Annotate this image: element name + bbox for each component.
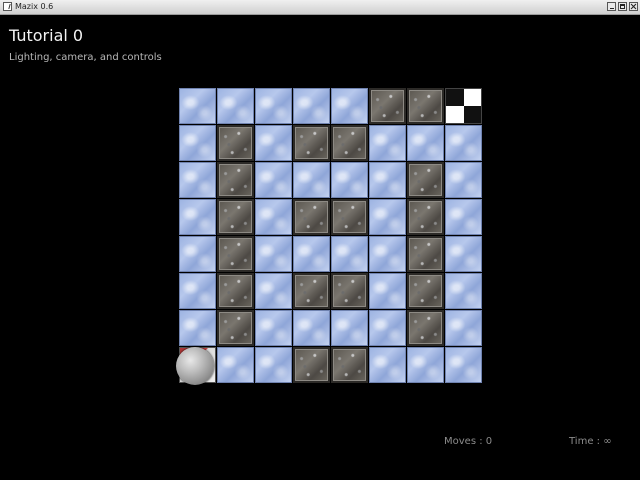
maze-tile-ice — [179, 199, 216, 235]
maze-tile-stone — [217, 236, 254, 272]
maze-board[interactable] — [179, 88, 483, 384]
maze-tile-ice — [369, 236, 406, 272]
moves-counter: Moves : 0 — [444, 436, 493, 447]
maze-tile-ice — [407, 125, 444, 161]
maze-tile-ice — [255, 273, 292, 309]
maze-tile-ice — [369, 162, 406, 198]
goal-checker-square — [446, 89, 464, 106]
maze-tile-ice — [255, 310, 292, 346]
maze-tile-ice — [217, 88, 254, 124]
maze-tile-ice — [179, 88, 216, 124]
maze-tile-ice — [331, 88, 368, 124]
maze-tile-stone — [217, 273, 254, 309]
maze-tile-stone — [407, 310, 444, 346]
maze-tile-ice — [369, 347, 406, 383]
maze-tile-ice — [369, 310, 406, 346]
maze-tile-ice — [369, 273, 406, 309]
maze-tile-stone — [293, 347, 330, 383]
game-window: Mazix 0.6 Tutorial 0 Lighting, camera, a… — [0, 0, 640, 480]
maze-tile-ice — [369, 199, 406, 235]
maze-tile-ice — [445, 273, 482, 309]
maze-tile-ice — [369, 125, 406, 161]
maze-tile-ice — [293, 236, 330, 272]
maze-tile-ice — [331, 162, 368, 198]
maze-tile-ice — [255, 347, 292, 383]
maze-tile-ice — [179, 125, 216, 161]
maze-tile-ice — [217, 347, 254, 383]
close-button[interactable] — [629, 2, 638, 11]
maze-tile-ice — [255, 125, 292, 161]
maze-tile-ice — [445, 199, 482, 235]
level-title: Tutorial 0 — [9, 26, 84, 45]
maze-tile-ice — [331, 236, 368, 272]
goal-checker-square — [463, 89, 481, 106]
maze-tile-stone — [331, 347, 368, 383]
maximize-button[interactable] — [618, 2, 627, 11]
maze-tile-ice — [293, 162, 330, 198]
time-display: Time : ∞ — [569, 436, 612, 447]
maze-tile-stone — [293, 125, 330, 161]
maze-tile-ice — [179, 162, 216, 198]
maze-tile-stone — [407, 88, 444, 124]
maze-tile-ice — [293, 88, 330, 124]
window-titlebar[interactable]: Mazix 0.6 — [0, 0, 640, 15]
level-subtitle: Lighting, camera, and controls — [9, 52, 162, 63]
maze-tile-ice — [445, 310, 482, 346]
maze-tile-ice — [255, 162, 292, 198]
ball-icon[interactable] — [176, 347, 214, 385]
maze-tile-ice — [445, 125, 482, 161]
maze-tile-stone — [407, 199, 444, 235]
goal-checker-square — [446, 106, 464, 123]
maze-tile-stone — [217, 162, 254, 198]
maze-tile-stone — [331, 199, 368, 235]
maze-tile-goal — [445, 88, 482, 124]
maze-tile-stone — [217, 310, 254, 346]
maze-tile-stone — [331, 125, 368, 161]
maze-tile-stone — [407, 273, 444, 309]
maze-tile-stone — [217, 125, 254, 161]
maze-tile-stone — [293, 199, 330, 235]
minimize-button[interactable] — [607, 2, 616, 11]
maze-tile-ice — [445, 162, 482, 198]
goal-checker-square — [463, 106, 481, 123]
maze-tile-stone — [293, 273, 330, 309]
maze-tile-ice — [407, 347, 444, 383]
maze-tile-stone — [369, 88, 406, 124]
maze-tile-ice — [179, 236, 216, 272]
maze-tile-ice — [179, 273, 216, 309]
maze-tile-ice — [179, 310, 216, 346]
maze-tile-ice — [445, 347, 482, 383]
maze-tile-stone — [407, 162, 444, 198]
maze-tile-stone — [217, 199, 254, 235]
maze-tile-ice — [255, 199, 292, 235]
app-icon — [3, 2, 12, 11]
maze-tile-stone — [407, 236, 444, 272]
maze-tile-ice — [293, 310, 330, 346]
window-title: Mazix 0.6 — [15, 2, 54, 11]
maze-tile-stone — [331, 273, 368, 309]
maze-tile-ice — [255, 88, 292, 124]
maze-tile-ice — [331, 310, 368, 346]
maze-tile-ice — [445, 236, 482, 272]
maze-tile-ice — [255, 236, 292, 272]
